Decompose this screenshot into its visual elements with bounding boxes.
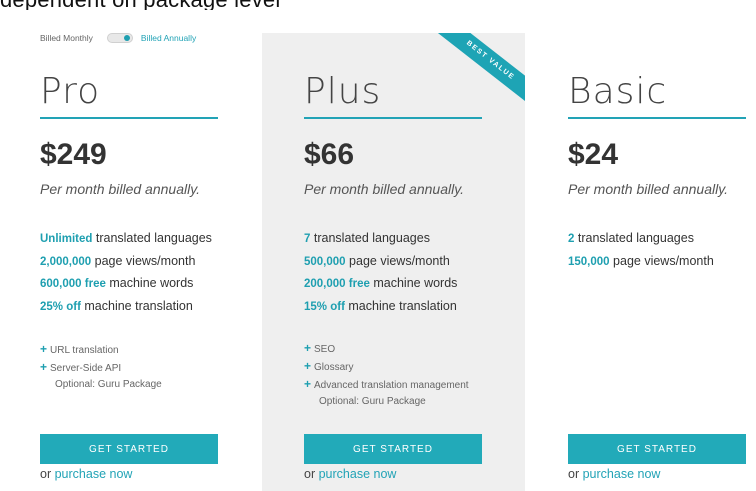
get-started-button[interactable]: GET STARTED [40, 434, 218, 464]
feature-text: machine translation [80, 298, 193, 313]
feature-item: 15% off machine translation [304, 297, 457, 320]
plan-price: $249 [40, 138, 107, 171]
extra-text: URL translation [50, 345, 119, 356]
ribbon-label: BEST VALUE [432, 33, 525, 109]
feature-item: 200,000 free machine words [304, 274, 457, 297]
extra-item: + Advanced translation management [304, 376, 469, 394]
plan-name: Plus [304, 71, 382, 112]
extras-list: + SEO + Glossary + Advanced translation man… [304, 340, 469, 412]
extra-item: + Server-Side API [40, 359, 162, 377]
feature-text: machine words [369, 276, 458, 290]
plus-icon: + [304, 359, 312, 373]
plan-card-basic: Basic $24 Per month billed annually. 2 t… [525, 0, 756, 491]
extra-text: SEO [314, 344, 336, 355]
feature-text: translated languages [310, 231, 430, 245]
feature-highlight: 200,000 free [304, 278, 370, 290]
purchase-prefix: or [40, 467, 55, 481]
purchase-now-link[interactable]: purchase now [55, 467, 133, 481]
plan-card-plus: BEST VALUE Plus $66 Per month billed ann… [262, 33, 525, 491]
feature-text: page views/month [91, 253, 196, 268]
feature-text: translated languages [574, 231, 694, 245]
feature-highlight: Unlimited [40, 233, 93, 245]
get-started-button[interactable]: GET STARTED [304, 434, 482, 464]
plan-card-pro: Billed Monthly Billed Annually Pro $249 … [0, 0, 262, 491]
optional-package: Optional: Guru Package [319, 396, 426, 407]
plus-icon: + [40, 360, 48, 374]
purchase-line: or purchase now [304, 467, 396, 481]
feature-list: Unlimited translated languages 2,000,000… [40, 229, 212, 319]
feature-list: 2 translated languages 150,000 page view… [568, 229, 714, 274]
billing-toggle[interactable] [106, 33, 133, 43]
feature-highlight: 150,000 [568, 255, 610, 268]
feature-text: page views/month [609, 253, 714, 268]
feature-text: translated languages [92, 231, 212, 245]
plan-period: Per month billed annually. [304, 181, 465, 197]
plan-name: Pro [40, 71, 101, 112]
plus-icon: + [304, 377, 312, 391]
purchase-now-link[interactable]: purchase now [319, 467, 397, 481]
feature-list: 7 translated languages 500,000 page view… [304, 229, 457, 319]
plan-name-underline [40, 117, 218, 119]
best-value-ribbon: BEST VALUE [425, 33, 525, 113]
feature-item: 600,000 free machine words [40, 274, 212, 297]
feature-item: 2 translated languages [568, 229, 714, 252]
extra-item: + URL translation [40, 341, 162, 359]
billing-toggle-group: Billed Monthly Billed Annually [40, 30, 196, 46]
feature-item: 2,000,000 page views/month [40, 252, 212, 275]
toggle-knob [123, 35, 130, 41]
feature-highlight: 2,000,000 [40, 255, 92, 268]
extra-text: Glossary [314, 362, 354, 373]
get-started-button[interactable]: GET STARTED [568, 434, 746, 464]
optional-package: Optional: Guru Package [55, 379, 162, 390]
purchase-now-link[interactable]: purchase now [583, 467, 661, 481]
plan-name-underline [568, 117, 746, 119]
feature-item: 7 translated languages [304, 229, 457, 252]
extra-item: + Glossary [304, 358, 469, 376]
extras-list: + URL translation + Server-Side API Option… [40, 341, 162, 395]
purchase-prefix: or [568, 467, 583, 481]
plan-period: Per month billed annually. [568, 181, 729, 197]
feature-highlight: 500,000 [304, 255, 346, 268]
feature-text: page views/month [345, 253, 450, 268]
feature-item: 25% off machine translation [40, 297, 212, 320]
feature-item: 500,000 page views/month [304, 252, 457, 275]
plus-icon: + [304, 341, 312, 355]
billed-monthly-label[interactable]: Billed Monthly [40, 33, 93, 43]
feature-item: Unlimited translated languages [40, 229, 212, 252]
plus-icon: + [40, 342, 48, 356]
extra-text: Advanced translation management [314, 380, 469, 391]
extra-text: Server-Side API [50, 363, 122, 374]
plan-name: Basic [568, 71, 668, 112]
feature-highlight: 600,000 free [40, 278, 106, 290]
feature-highlight: 15% off [304, 300, 345, 313]
plan-name-underline [304, 117, 482, 119]
feature-highlight: 25% off [40, 300, 81, 313]
plan-period: Per month billed annually. [40, 181, 201, 197]
billed-annually-label[interactable]: Billed Annually [141, 33, 196, 43]
feature-text: machine words [105, 276, 194, 290]
feature-text: machine translation [344, 298, 457, 313]
plan-price: $24 [568, 138, 619, 171]
purchase-line: or purchase now [568, 467, 660, 481]
extra-item: + SEO [304, 340, 469, 358]
purchase-line: or purchase now [40, 467, 132, 481]
purchase-prefix: or [304, 467, 319, 481]
feature-item: 150,000 page views/month [568, 252, 714, 275]
plan-price: $66 [304, 138, 355, 171]
